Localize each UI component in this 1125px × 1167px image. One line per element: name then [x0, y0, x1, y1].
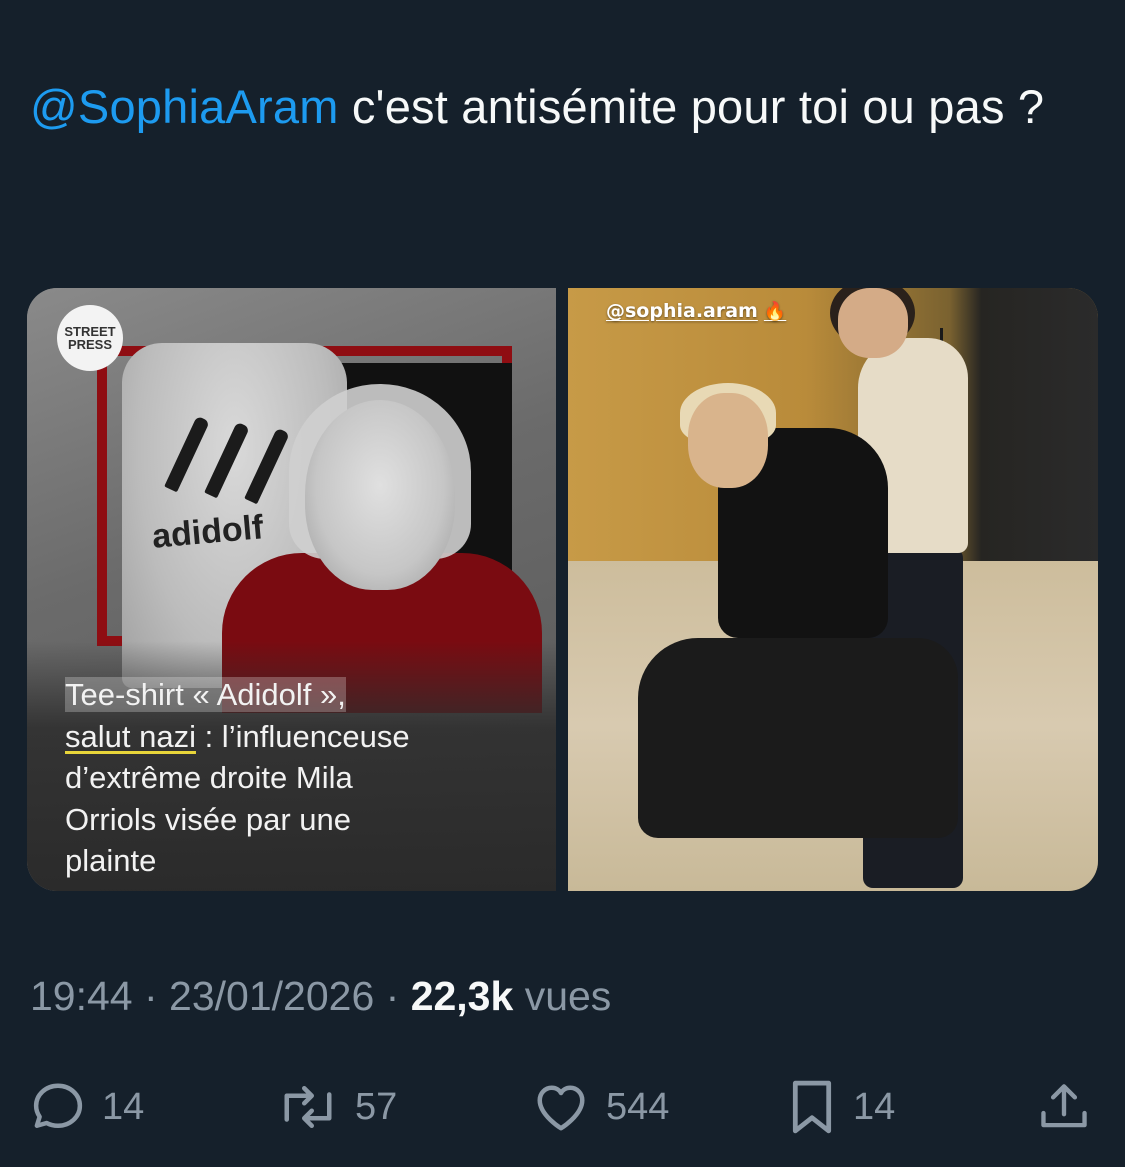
reply-count: 14	[102, 1085, 145, 1128]
like-button[interactable]: 544	[530, 1075, 669, 1139]
share-button[interactable]	[1035, 1075, 1093, 1139]
caption-line: salut nazi : l’influenceuse	[65, 716, 535, 758]
media-grid: adidolf STREET PRESS Tee-shirt « Adidolf…	[27, 288, 1098, 891]
views-count[interactable]: 22,3k	[411, 973, 514, 1019]
tweet-date[interactable]: 23/01/2026	[169, 973, 374, 1019]
action-bar: 14 57 544 14	[0, 1075, 1125, 1145]
like-count: 544	[606, 1085, 670, 1128]
media-image-right[interactable]: @sophia.aram 🔥	[568, 288, 1098, 891]
caption-line-3: d’extrême droite Mila	[65, 760, 353, 795]
bookmark-icon	[792, 1080, 832, 1134]
media-image-left[interactable]: adidolf STREET PRESS Tee-shirt « Adidolf…	[27, 288, 556, 891]
person-1-legs	[638, 638, 958, 838]
meta-separator: ·	[374, 973, 411, 1019]
reply-icon	[33, 1083, 83, 1128]
logo-line-2: PRESS	[67, 337, 113, 352]
tweet-meta: 19:44 · 23/01/2026 · 22,3k vues	[30, 970, 611, 1022]
views-label: vues	[513, 973, 612, 1019]
knife-graphic	[204, 421, 250, 499]
repost-button[interactable]: 57	[275, 1075, 397, 1139]
meta-separator: ·	[132, 973, 170, 1019]
tweet-detail: @SophiaAram c'est antisémite pour toi ou…	[0, 0, 1125, 1167]
tweet-body: c'est antisémite pour toi ou pas ?	[338, 80, 1045, 133]
repost-icon	[284, 1086, 332, 1128]
image-caption: Tee-shirt « Adidolf », salut nazi : l’in…	[65, 674, 535, 882]
caption-line-1: Tee-shirt « Adidolf »,	[65, 677, 346, 712]
caption-line-5: plainte	[65, 843, 157, 878]
caption-underlined: salut nazi	[65, 718, 196, 754]
fire-emoji: 🔥	[763, 301, 787, 322]
story-mention-tag: @sophia.aram 🔥	[606, 300, 786, 322]
caption-line-2-rest: : l’influenceuse	[195, 718, 410, 754]
tweet-text: @SophiaAram c'est antisémite pour toi ou…	[30, 72, 1100, 142]
streetpress-logo: STREET PRESS	[57, 305, 123, 371]
person-2-face	[838, 288, 908, 358]
repost-count: 57	[355, 1085, 398, 1128]
bookmark-count: 14	[853, 1085, 896, 1128]
caption-line-4: Orriols visée par une	[65, 801, 352, 837]
share-icon	[1041, 1084, 1087, 1128]
shirt-logo-text: adidolf	[150, 508, 265, 556]
knife-graphic	[164, 415, 210, 493]
bookmark-button[interactable]: 14	[785, 1075, 895, 1139]
story-tag-text: @sophia.aram	[606, 300, 758, 322]
tweet-time[interactable]: 19:44	[30, 973, 133, 1019]
reply-button[interactable]: 14	[28, 1075, 144, 1139]
caption-line: Tee-shirt « Adidolf »,	[65, 674, 535, 716]
mention-link[interactable]: @SophiaAram	[30, 80, 339, 133]
knife-graphic	[244, 427, 290, 505]
person-face	[305, 400, 455, 590]
person-1-face	[688, 393, 768, 488]
like-icon	[537, 1085, 585, 1131]
